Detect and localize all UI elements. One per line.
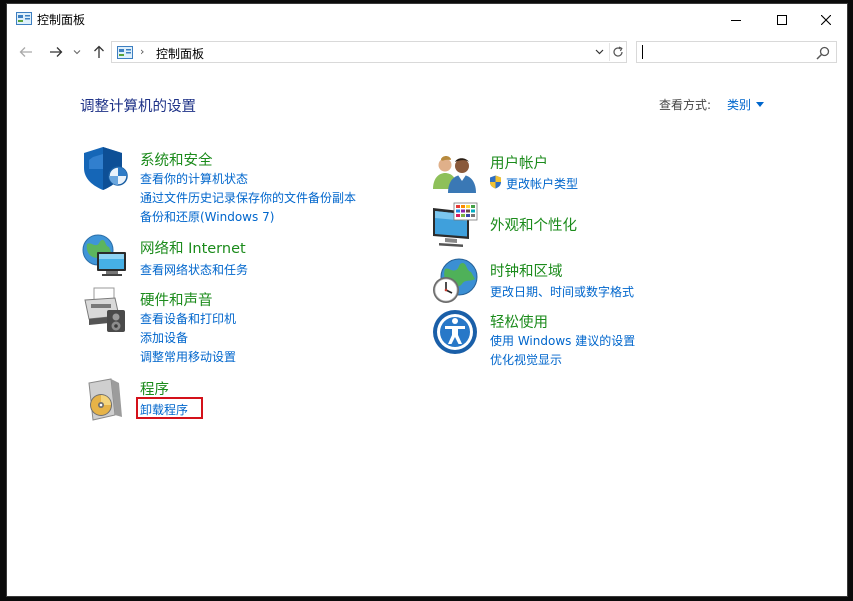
close-icon bbox=[821, 14, 831, 25]
link-change-account-type[interactable]: 更改帐户类型 bbox=[506, 175, 578, 192]
category-appearance: 外观和个性化 bbox=[431, 201, 751, 251]
page-title: 调整计算机的设置 bbox=[80, 99, 196, 115]
highlight-box bbox=[136, 397, 203, 419]
link-network-status-tasks[interactable]: 查看网络状态和任务 bbox=[140, 261, 248, 278]
breadcrumb-chevron-icon[interactable]: › bbox=[140, 45, 144, 58]
view-by-dropdown[interactable]: 类别 bbox=[727, 96, 765, 113]
minimize-button[interactable] bbox=[713, 4, 759, 35]
category-title-user-accounts[interactable]: 用户帐户 bbox=[490, 152, 548, 173]
control-panel-icon bbox=[117, 46, 133, 59]
address-bar[interactable]: › 控制面板 bbox=[111, 41, 627, 63]
link-view-computer-status[interactable]: 查看你的计算机状态 bbox=[140, 170, 248, 187]
ease-of-access-icon bbox=[433, 310, 477, 354]
text-caret bbox=[642, 45, 643, 59]
category-user-accounts: 用户帐户 更改帐户类型 bbox=[431, 149, 751, 199]
category-title-hardware-sound[interactable]: 硬件和声音 bbox=[140, 289, 213, 310]
uac-shield-icon bbox=[490, 175, 501, 189]
link-devices-printers[interactable]: 查看设备和打印机 bbox=[140, 310, 236, 327]
category-clock-region: 时钟和区域 更改日期、时间或数字格式 bbox=[431, 257, 751, 307]
printer-icon bbox=[84, 287, 125, 332]
maximize-button[interactable] bbox=[759, 4, 805, 35]
control-panel-window: 控制面板 › 控制面板 调整计算机的设置 查看方式: 类别 系统和安全 查看你的… bbox=[6, 3, 848, 597]
recent-locations-button[interactable] bbox=[71, 41, 83, 63]
network-globe-icon bbox=[82, 234, 126, 276]
category-title-appearance[interactable]: 外观和个性化 bbox=[490, 214, 577, 235]
clock-globe-icon bbox=[433, 258, 478, 303]
breadcrumb[interactable]: 控制面板 bbox=[156, 45, 204, 62]
chevron-down-icon bbox=[595, 49, 603, 55]
category-title-system-security[interactable]: 系统和安全 bbox=[140, 149, 213, 170]
minimize-icon bbox=[731, 19, 741, 21]
back-button[interactable] bbox=[15, 41, 37, 63]
appearance-monitor-icon bbox=[433, 202, 478, 247]
category-network-internet: 网络和 Internet 查看网络状态和任务 bbox=[81, 232, 401, 282]
forward-arrow-icon bbox=[50, 47, 63, 57]
category-title-clock-region[interactable]: 时钟和区域 bbox=[490, 260, 563, 281]
shield-icon bbox=[84, 147, 128, 190]
dropdown-triangle-icon bbox=[756, 102, 765, 107]
link-change-date-time-format[interactable]: 更改日期、时间或数字格式 bbox=[490, 283, 634, 300]
up-arrow-icon bbox=[94, 45, 104, 58]
category-title-network-internet[interactable]: 网络和 Internet bbox=[140, 237, 246, 258]
maximize-icon bbox=[777, 14, 787, 25]
link-windows-recommended-settings[interactable]: 使用 Windows 建议的设置 bbox=[490, 332, 635, 349]
forward-button[interactable] bbox=[45, 41, 67, 63]
category-system-security: 系统和安全 查看你的计算机状态 通过文件历史记录保存你的文件备份副本 备份和还原… bbox=[81, 144, 401, 224]
category-title-programs[interactable]: 程序 bbox=[140, 378, 169, 399]
search-input[interactable] bbox=[641, 43, 811, 61]
programs-disc-icon bbox=[88, 378, 122, 421]
link-backup-restore[interactable]: 备份和还原(Windows 7) bbox=[140, 208, 274, 225]
view-by-label: 查看方式: bbox=[659, 98, 712, 112]
category-hardware-sound: 硬件和声音 查看设备和打印机 添加设备 调整常用移动设置 bbox=[81, 286, 401, 366]
category-title-ease-of-access[interactable]: 轻松使用 bbox=[490, 311, 548, 332]
view-by-value: 类别 bbox=[727, 98, 752, 112]
link-mobility-settings[interactable]: 调整常用移动设置 bbox=[140, 348, 236, 365]
window-title: 控制面板 bbox=[37, 13, 86, 27]
link-optimize-visual-display[interactable]: 优化视觉显示 bbox=[490, 351, 562, 368]
search-icon[interactable] bbox=[816, 46, 830, 60]
refresh-button[interactable] bbox=[609, 43, 626, 61]
link-file-history-backup[interactable]: 通过文件历史记录保存你的文件备份副本 bbox=[140, 189, 356, 206]
search-box[interactable] bbox=[636, 41, 837, 63]
control-panel-icon bbox=[16, 12, 32, 25]
address-dropdown-button[interactable] bbox=[592, 43, 606, 61]
users-icon bbox=[433, 156, 476, 193]
navigation-bar: › 控制面板 bbox=[7, 37, 847, 67]
category-programs: 程序 卸载程序 bbox=[81, 375, 401, 425]
title-bar[interactable]: 控制面板 bbox=[7, 4, 847, 35]
recent-dropdown-icon bbox=[73, 50, 81, 55]
category-ease-of-access: 轻松使用 使用 Windows 建议的设置 优化视觉显示 bbox=[431, 308, 751, 372]
close-button[interactable] bbox=[803, 4, 847, 35]
refresh-icon bbox=[613, 46, 623, 57]
back-arrow-icon bbox=[19, 47, 32, 57]
link-add-device[interactable]: 添加设备 bbox=[140, 329, 188, 346]
up-button[interactable] bbox=[89, 41, 109, 63]
